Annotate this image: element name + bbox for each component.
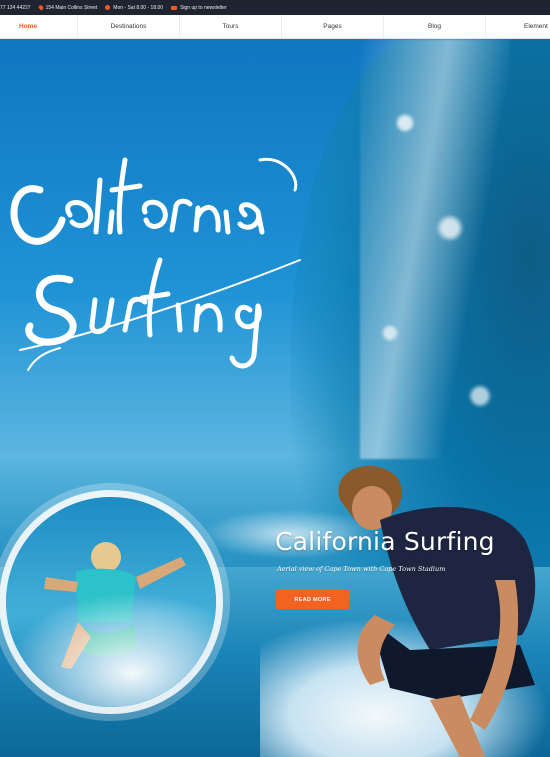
wave-spray xyxy=(360,39,510,459)
nav-item-blog[interactable]: Blog xyxy=(384,15,486,38)
newsletter-item[interactable]: Sign up to newsletter xyxy=(171,5,227,11)
clock-icon xyxy=(105,5,111,10)
mail-icon xyxy=(171,5,178,10)
phone-item[interactable]: 77 124 44227 xyxy=(0,5,31,11)
nav-item-elements[interactable]: Element xyxy=(486,15,550,38)
page: 77 124 44227 154 Main Collins Street Mon… xyxy=(0,0,550,757)
hours-text: Mon - Sat 8.00 - 18.00 xyxy=(113,4,164,11)
newsletter-link[interactable]: Sign up to newsletter xyxy=(180,5,227,11)
nav-item-home[interactable]: Home xyxy=(0,15,78,38)
nav-item-pages[interactable]: Pages xyxy=(282,15,384,38)
slide-title: California Surfing xyxy=(275,527,495,556)
read-more-button[interactable]: READ MORE xyxy=(276,590,349,609)
phone-text: 77 124 44227 xyxy=(0,4,31,11)
inset-surfer-photo xyxy=(6,497,216,707)
top-info-bar: 77 124 44227 154 Main Collins Street Mon… xyxy=(0,0,550,15)
location-pin-icon xyxy=(37,4,44,11)
address-item: 154 Main Collins Street xyxy=(37,4,98,11)
california-surfing-script-logo xyxy=(10,157,301,371)
address-text: 154 Main Collins Street xyxy=(45,4,98,11)
hours-item: Mon - Sat 8.00 - 18.00 xyxy=(105,5,163,11)
inset-foam xyxy=(6,591,216,707)
nav-item-tours[interactable]: Tours xyxy=(180,15,282,38)
nav-item-destinations[interactable]: Destinations xyxy=(78,15,180,38)
main-nav: Home Destinations Tours Pages Blog Eleme… xyxy=(0,15,550,39)
slide-subtitle: Aerial view of Cape Town with Cape Town … xyxy=(277,565,446,573)
